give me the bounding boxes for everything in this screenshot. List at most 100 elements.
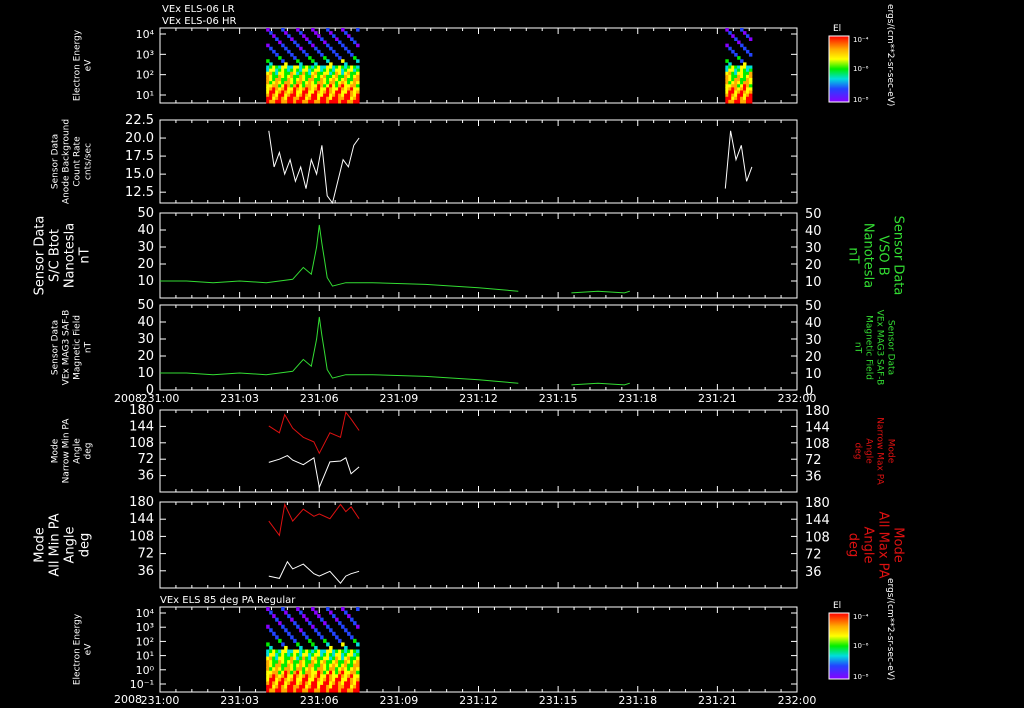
spectrogram-cell [356,59,360,63]
spectrogram-cell [266,677,270,682]
spectrogram-cell [269,653,273,658]
spectrogram-cell [338,56,342,60]
y-axis-label-right: Sensor Data [886,320,896,375]
spectrogram-cell [296,59,300,63]
spectrogram-cell [326,93,330,98]
spectrogram-cell [743,31,747,35]
spectrogram-cell [311,642,315,647]
spectrogram-cell [350,68,354,73]
spectrogram-cell [317,84,321,88]
spectrogram-cell [344,645,348,650]
spectrogram-cell [344,670,348,675]
spectrogram-cell [266,688,270,693]
spectrogram-cell [266,96,270,101]
spectrogram-cell [347,656,351,661]
spectrogram-cell [344,90,348,95]
spectrogram-cell [290,78,294,82]
spectrogram-cell [269,688,273,693]
y-axis-label-right: deg [846,533,861,558]
y-tick-label-right: 180 [805,496,830,511]
spectrogram-cell [284,31,288,35]
spectrogram-cell [317,93,321,98]
y-tick-label: 15.0 [125,167,154,182]
spectrogram-cell [731,34,735,38]
spectrogram-cell [323,56,327,60]
spectrogram-cell [302,670,306,675]
y-axis-label: deg [84,443,94,460]
spectrogram-cell [356,96,360,101]
spectrogram-cell [314,628,318,633]
y-axis-label: Sensor Data [51,134,61,189]
spectrogram-cell [266,87,270,91]
spectrogram-cell [737,81,741,85]
spectrogram-cell [305,663,309,668]
spectrogram-cell [335,74,339,79]
y-tick-label: 10⁴ [136,28,155,41]
spectrogram-cell [326,677,330,682]
spectrogram-cell [293,74,297,79]
spectrogram-cell [302,660,306,665]
spectrogram-cell [329,688,333,693]
spectrogram-cell [335,617,339,622]
spectrogram-cell [305,96,309,101]
spectrogram-cell [272,653,276,658]
spectrogram-cell [266,624,270,629]
spectrogram-cell [326,667,330,672]
spectrogram-cell [341,68,345,73]
spectrogram-cell [356,649,360,654]
spectrogram-cell [269,670,273,675]
spectrogram-cell [293,90,297,95]
spectrogram-cell [272,96,276,101]
spectrogram-cell [353,84,357,88]
spectrogram-cell [743,65,747,70]
spectrogram-cell [308,649,312,654]
y-axis-label-right: Magnetic Field [864,315,874,380]
spectrogram-cell [350,677,354,682]
spectrogram-cell [266,607,270,612]
spectrogram-cell [725,28,729,32]
spectrogram-cell [269,78,273,82]
spectrogram-cell [275,96,279,101]
spectrogram-cell [326,59,330,63]
spectrogram-cell [290,656,294,661]
spectrogram-cell [290,74,294,79]
spectrogram-cell [347,68,351,73]
spectrogram-cell [350,649,354,654]
spectrogram-cell [305,656,309,661]
title-top-2: VEx ELS-06 HR [162,16,237,27]
spectrogram-cell [344,684,348,689]
spectrogram-cell [323,74,327,79]
spectrogram-cell [317,631,321,636]
spectrogram-cell [302,656,306,661]
spectrogram-cell [347,614,351,619]
spectrogram-cell [353,663,357,668]
spectrogram-cell [302,663,306,668]
spectrogram-cell [728,84,732,88]
spectrogram-cell [356,653,360,658]
spectrogram-cell [299,660,303,665]
spectrogram-cell [287,631,291,636]
y-axis-label: Anode Background [62,119,72,204]
spectrogram-cell [317,78,321,82]
spectrogram-cell [323,90,327,95]
year-label-2: 2008 [114,693,142,706]
spectrogram-cell [296,607,300,612]
spectrogram-cell [272,81,276,85]
spectrogram-cell [278,65,282,70]
spectrogram-cell [341,649,345,654]
spectrogram-cell [350,90,354,95]
spectrogram-cell [266,681,270,686]
spectrogram-cell [326,74,330,79]
spectrogram-cell [335,90,339,95]
y-axis-label: Mode [33,527,48,562]
spectrogram-cell [323,87,327,91]
spectrogram-cell [314,653,318,658]
spectrogram-cell [281,43,285,48]
spectrogram-cell [272,49,276,54]
spectrogram-cell [314,74,318,79]
spectrogram-cell [311,677,315,682]
spectrogram-cell [269,68,273,73]
spectrogram-cell [281,684,285,689]
spectrogram-cell [748,65,753,70]
spectrogram-cell [308,681,312,686]
